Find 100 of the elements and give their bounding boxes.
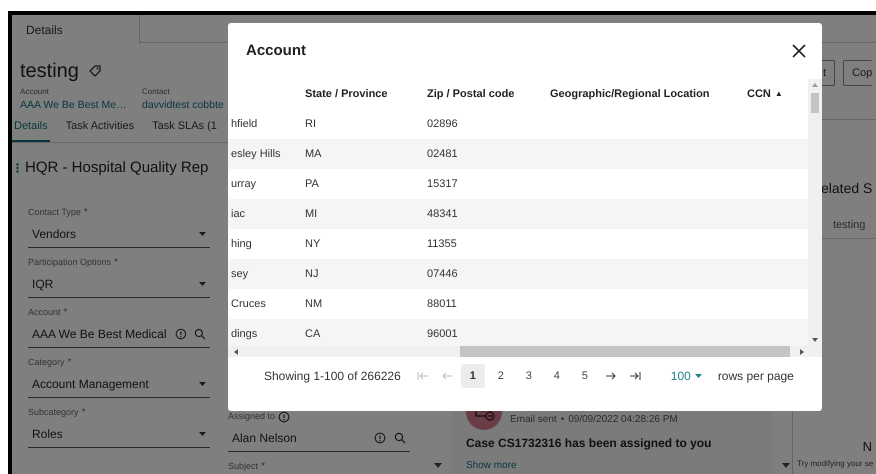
page-button[interactable]: 1 [460, 364, 485, 388]
table-cell: 48341 [427, 208, 458, 220]
column-header[interactable]: CCN [747, 86, 771, 102]
table-cell: esley Hills [231, 148, 281, 160]
field-label: Account [28, 306, 61, 319]
field-value: Account Management [32, 376, 150, 393]
panel-tab[interactable]: testing [833, 213, 866, 238]
scroll-right-icon[interactable] [800, 348, 804, 354]
dialog-title: Account [246, 40, 306, 61]
table-cell: hfield [231, 118, 258, 130]
activity-time: 09/09/2022 04:28:26 PM [568, 412, 678, 426]
header-button[interactable]: Cop [843, 60, 872, 86]
lookup-field[interactable]: Alan Nelson [228, 426, 410, 452]
drag-handle-icon[interactable] [16, 163, 19, 174]
table-cell: NM [305, 298, 322, 310]
required-mark: * [64, 306, 68, 320]
table-cell: hing [231, 238, 252, 250]
page-button[interactable]: 2 [488, 364, 513, 388]
required-mark: * [114, 256, 118, 270]
search-icon[interactable] [394, 432, 406, 444]
field-label: Contact Type [28, 206, 81, 219]
column-header[interactable]: State / Province [305, 86, 388, 102]
column-header[interactable]: Geographic/Regional Location [550, 86, 710, 102]
scroll-thumb[interactable] [460, 346, 790, 357]
search-icon[interactable] [194, 328, 206, 340]
scroll-up-icon[interactable] [812, 83, 818, 87]
table-cell: Cruces [231, 298, 266, 310]
last-page-icon[interactable] [628, 371, 641, 381]
scroll-down-icon[interactable] [782, 463, 790, 468]
caret-icon[interactable] [199, 432, 206, 436]
table-cell: MI [305, 208, 318, 220]
page-size-label: rows per page [718, 368, 794, 385]
scroll-thumb[interactable] [811, 93, 819, 113]
info-icon[interactable] [278, 410, 290, 422]
table-cell: 02896 [427, 118, 458, 130]
section-tab[interactable]: Details [12, 118, 50, 142]
field-label: Category [28, 356, 65, 369]
scroll-left-icon[interactable] [234, 348, 238, 354]
column-header[interactable]: Zip / Postal code [427, 86, 514, 102]
tag-icon[interactable] [88, 65, 101, 77]
lookup-field[interactable]: AAA We Be Best Medical [28, 322, 210, 348]
empty-title: N [862, 438, 873, 456]
required-mark: * [261, 460, 265, 474]
vertical-scrollbar[interactable] [808, 79, 822, 346]
field-link[interactable]: AAA We Be Best Me… [20, 97, 127, 113]
table-cell: PA [305, 178, 319, 190]
field-label: Account [20, 87, 50, 97]
table-cell: 15317 [427, 178, 458, 190]
empty-message: Try modifying your se [796, 458, 874, 470]
dropdown-field[interactable]: Vendors [28, 222, 210, 248]
table-cell: NJ [305, 268, 318, 280]
field-value: Roles [32, 426, 64, 443]
next-page-icon[interactable] [604, 371, 617, 381]
table-cell: urray [231, 178, 256, 190]
field-label: Subject [228, 460, 258, 473]
page-button[interactable]: 5 [572, 364, 597, 388]
page-button[interactable]: 4 [544, 364, 569, 388]
field-label: Contact [142, 87, 171, 97]
table-cell: 11355 [427, 238, 457, 250]
record-tab[interactable]: Details [12, 15, 140, 44]
scroll-down-icon[interactable] [812, 338, 818, 342]
scroll-down-icon[interactable] [434, 463, 442, 468]
table-cell: RI [305, 118, 316, 130]
field-value: Alan Nelson [232, 430, 298, 447]
caret-icon[interactable] [694, 374, 702, 378]
required-mark: * [82, 406, 86, 420]
caret-icon[interactable] [199, 382, 206, 386]
field-value: AAA We Be Best Medical [32, 326, 167, 343]
section-tab[interactable]: Task Activities [64, 118, 136, 142]
section-title: HQR - Hospital Quality Rep [25, 158, 208, 178]
section-tab[interactable]: Task SLAs (1 [150, 118, 219, 142]
page-button[interactable]: 3 [516, 364, 541, 388]
table-cell: dings [231, 328, 258, 340]
page-size-dropdown[interactable]: 100 [670, 367, 702, 385]
caret-icon[interactable] [199, 232, 206, 236]
dropdown-field[interactable]: IQR [28, 272, 210, 298]
table-cell: CA [305, 328, 320, 340]
table-cell: 07446 [427, 268, 458, 280]
field-value: Vendors [32, 226, 78, 243]
record-title: testing [20, 59, 79, 84]
activity-type: Email sent [510, 412, 557, 426]
sort-indicator[interactable]: ▲ [774, 88, 783, 100]
table-cell: 02481 [427, 148, 458, 160]
table-cell: 96001 [427, 328, 458, 340]
panel-title: elated S [820, 179, 874, 198]
show-more-link[interactable]: Show more [466, 458, 758, 473]
field-label: Assigned to [228, 410, 276, 423]
table-cell: NY [305, 238, 320, 250]
horizontal-scrollbar[interactable] [228, 346, 822, 357]
table-cell: iac [231, 208, 246, 220]
table-cell: sey [231, 268, 248, 280]
caret-icon[interactable] [199, 282, 206, 286]
required-mark: * [84, 206, 88, 220]
field-value: IQR [32, 276, 54, 293]
dropdown-field[interactable]: Account Management [28, 372, 210, 398]
activity-message: Case CS1732316 has been assigned to you [466, 435, 712, 452]
separator-dot: • [560, 412, 564, 426]
field-link[interactable]: davvidtest cobbte [142, 97, 224, 113]
dropdown-field[interactable]: Roles [28, 422, 210, 448]
close-icon[interactable] [792, 44, 806, 58]
